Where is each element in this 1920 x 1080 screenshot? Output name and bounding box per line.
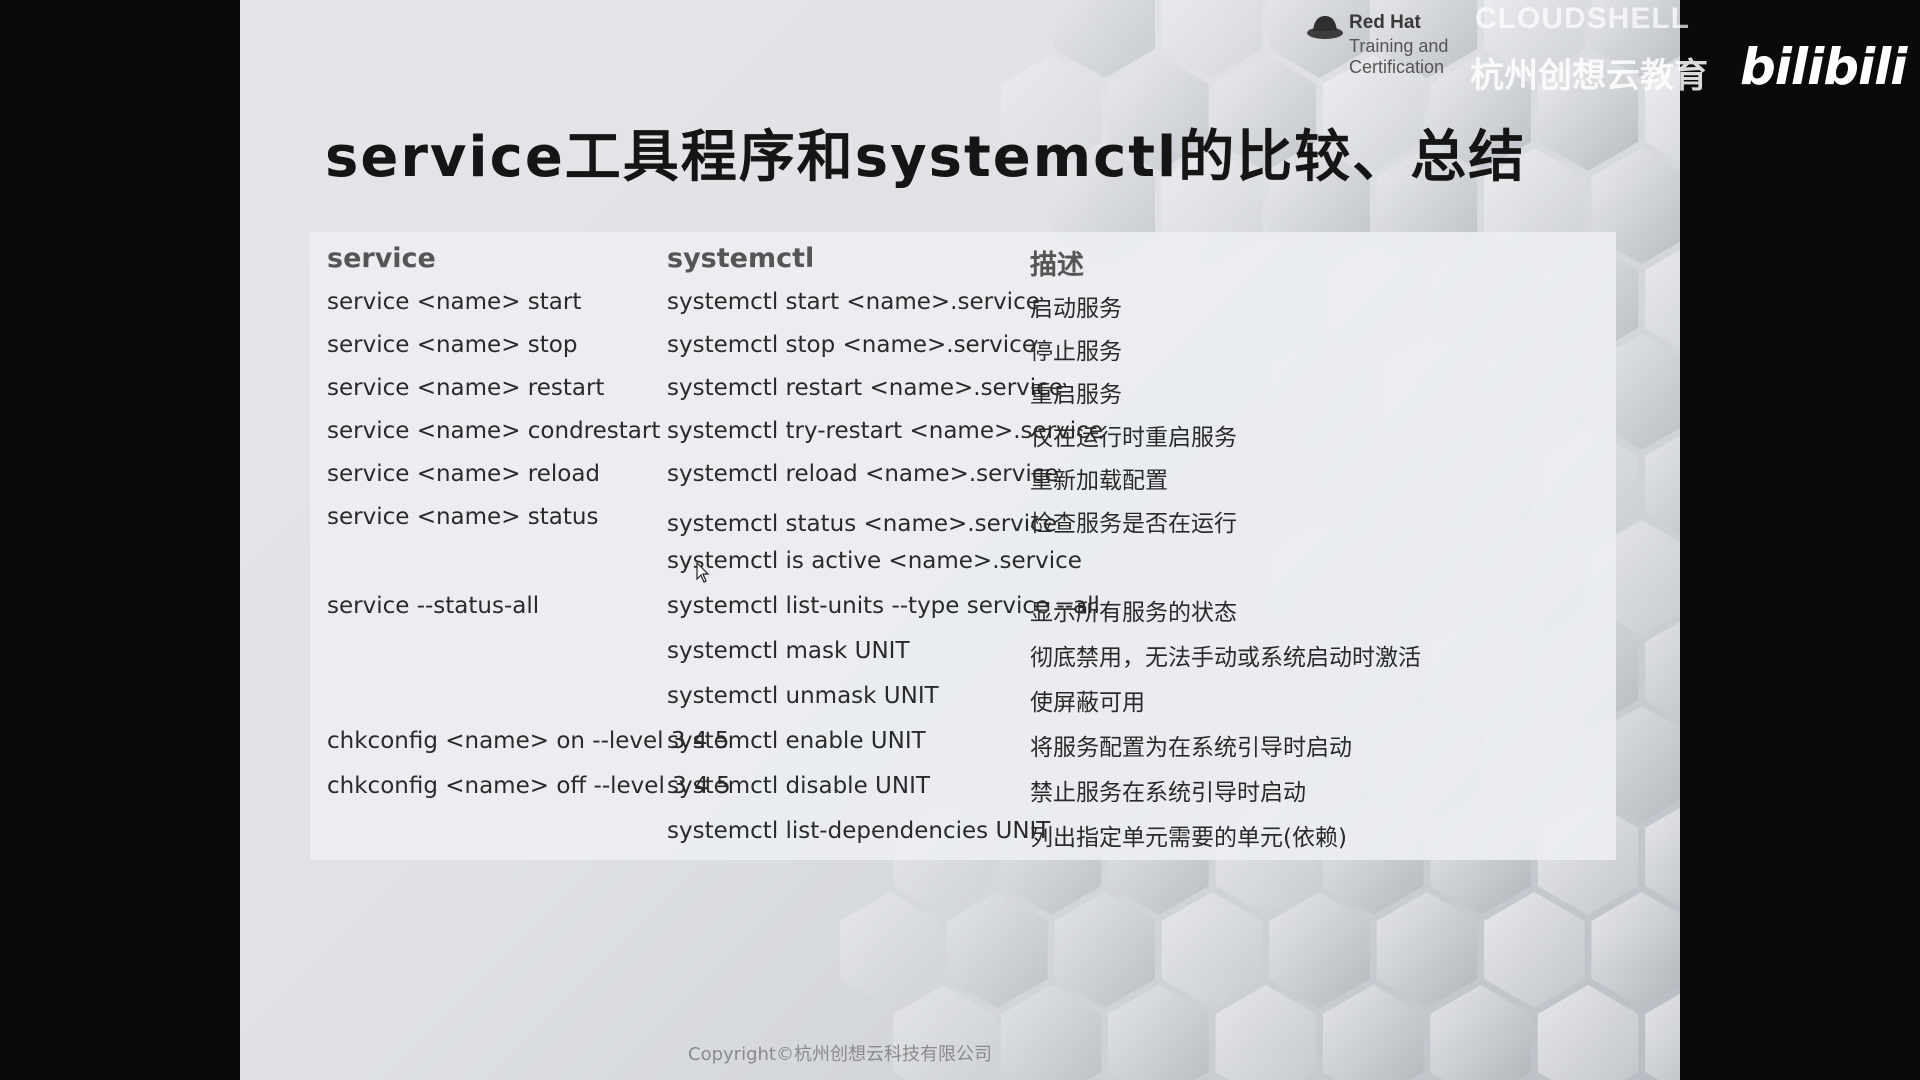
table-cell-systemctl: systemctl stop <name>.service (667, 332, 1036, 358)
table-cell-service: service <name> stop (327, 332, 578, 358)
decorative-hexagon (839, 892, 941, 1008)
header-description: 描述 (1030, 250, 1084, 281)
cloudshell-watermark: CLOUDSHELL (1475, 2, 1690, 35)
presentation-slide: Red Hat Training and Certification servi… (240, 0, 1680, 1080)
logo-brand: Red Hat (1349, 12, 1421, 33)
table-cell-systemctl: systemctl list-dependencies UNIT (667, 818, 1051, 844)
decorative-hexagon (947, 892, 1048, 1008)
table-cell-description: 列出指定单元需要的单元(依赖) (1030, 825, 1347, 851)
table-cell-systemctl: systemctl disable UNIT (667, 773, 930, 799)
table-cell-service: service <name> status (327, 504, 599, 530)
decorative-hexagon (1054, 892, 1155, 1008)
decorative-hexagon (1537, 985, 1639, 1080)
table-cell-description: 彻底禁用，无法手动或系统启动时激活 (1030, 645, 1421, 671)
table-cell-systemctl: systemctl restart <name>.service (667, 375, 1063, 401)
decorative-hexagon (1484, 892, 1585, 1008)
education-watermark: 杭州创想云教育 (1470, 56, 1708, 96)
copyright-footer: Copyright©杭州创想云科技有限公司 (688, 1044, 992, 1065)
table-cell-description: 使屏蔽可用 (1030, 690, 1145, 716)
table-cell-description: 重启服务 (1030, 382, 1122, 408)
table-cell-systemctl: systemctl enable UNIT (667, 728, 926, 754)
decorative-hexagon (1269, 892, 1370, 1008)
table-cell-description: 显示所有服务的状态 (1030, 600, 1237, 626)
redhat-training-logo: Red Hat Training and Certification (1305, 6, 1465, 78)
table-cell-service: service <name> restart (327, 375, 605, 401)
decorative-hexagon (1591, 892, 1680, 1008)
table-cell-systemctl: systemctl start <name>.service (667, 289, 1040, 315)
table-cell-service: service <name> start (327, 289, 582, 315)
slide-title: service工具程序和systemctl的比较、总结 (325, 125, 1527, 190)
logo-subtitle: Training and Certification (1349, 36, 1489, 78)
red-hat-icon (1307, 16, 1343, 39)
mouse-pointer-icon (696, 562, 710, 583)
decorative-hexagon (1161, 892, 1263, 1008)
table-cell-description: 检查服务是否在运行 (1030, 511, 1237, 537)
video-frame: Red Hat Training and Certification servi… (0, 0, 1920, 1080)
header-systemctl: systemctl (667, 243, 815, 274)
table-cell-description: 重新加载配置 (1030, 468, 1168, 494)
table-cell-systemctl: systemctl unmask UNIT (667, 683, 939, 709)
header-service: service (327, 243, 436, 274)
table-cell-systemctl: systemctl reload <name>.service (667, 461, 1059, 487)
decorative-hexagon (1376, 892, 1478, 1008)
comparison-table: service systemctl 描述 service <name> star… (310, 232, 1616, 860)
logo-subtitle-line1: Training and (1349, 36, 1449, 56)
table-cell-service: service --status-all (327, 593, 540, 619)
table-cell-description: 将服务配置为在系统引导时启动 (1030, 735, 1352, 761)
table-cell-description: 停止服务 (1030, 339, 1122, 365)
decorative-hexagon (1430, 985, 1531, 1080)
table-cell-description: 启动服务 (1030, 296, 1122, 322)
bilibili-logo: bilibili (1740, 38, 1907, 96)
logo-subtitle-line2: Certification (1349, 57, 1445, 77)
table-cell-description: 禁止服务在系统引导时启动 (1030, 780, 1306, 806)
table-cell-service: service <name> condrestart (327, 418, 661, 444)
table-cell-description: 仅在运行时重启服务 (1030, 425, 1237, 451)
table-cell-systemctl: systemctl mask UNIT (667, 638, 910, 664)
table-cell-systemctl: systemctl status <name>.service (667, 511, 1057, 537)
table-cell-service: service <name> reload (327, 461, 601, 487)
table-cell-systemctl-alt: systemctl is active <name>.service (667, 548, 1082, 574)
